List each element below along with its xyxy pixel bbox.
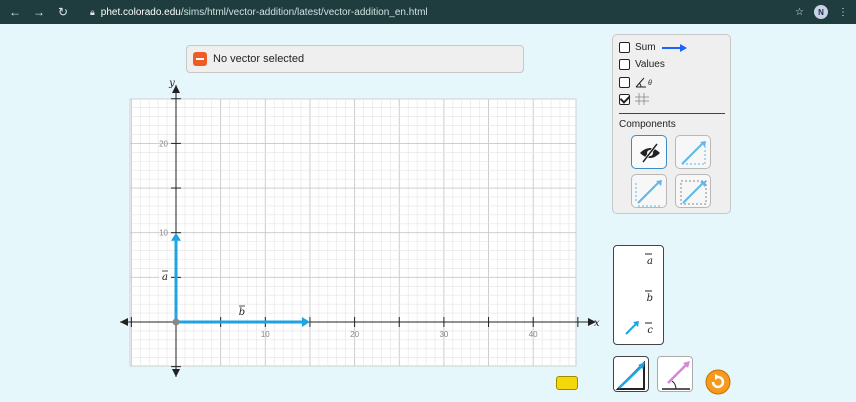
options-panel: Sum Values θ Components bbox=[612, 34, 731, 214]
star-icon[interactable]: ☆ bbox=[795, 7, 804, 18]
parallelogram-button[interactable] bbox=[657, 356, 693, 392]
angle-checkbox[interactable]: θ bbox=[619, 76, 655, 88]
x-axis-arrow-left bbox=[120, 318, 128, 326]
vector-b-label: b bbox=[239, 307, 245, 318]
collapse-minus-icon[interactable] bbox=[193, 52, 207, 66]
y-axis-arrow-down bbox=[172, 369, 180, 377]
y-tick-label: 20 bbox=[159, 139, 168, 148]
sum-checkbox[interactable]: Sum bbox=[619, 42, 687, 53]
components-triangle-icon bbox=[681, 141, 706, 165]
panel-divider bbox=[619, 113, 725, 114]
values-checkbox-box[interactable] bbox=[619, 59, 630, 70]
x-tick-label: 40 bbox=[529, 330, 538, 339]
lock-icon: 🔒︎ bbox=[90, 6, 95, 17]
address-bar[interactable]: phet.colorado.edu/sims/html/vector-addit… bbox=[101, 7, 428, 18]
legend-a-arrow bbox=[645, 253, 652, 255]
sum-arrow-icon bbox=[661, 43, 687, 52]
x-axis-label: x bbox=[594, 318, 600, 329]
vector-c-creator-icon[interactable] bbox=[624, 320, 640, 336]
url-host: phet.colorado.edu bbox=[100, 6, 181, 18]
tip-to-tail-icon bbox=[615, 360, 645, 390]
legend-a: a bbox=[647, 256, 653, 267]
eye-slash-icon bbox=[640, 143, 660, 163]
legend-b-arrow bbox=[645, 290, 652, 292]
eraser-button[interactable] bbox=[556, 376, 578, 390]
components-hidden-button[interactable] bbox=[631, 135, 667, 169]
avatar[interactable]: N bbox=[814, 5, 828, 19]
x-tick-label: 30 bbox=[439, 330, 448, 339]
grid-icon bbox=[635, 93, 649, 105]
x-tick-label: 20 bbox=[350, 330, 359, 339]
legend-b: b bbox=[646, 293, 653, 304]
components-axis-icon bbox=[635, 180, 662, 207]
kebab-menu-icon[interactable]: ⋮ bbox=[838, 7, 848, 18]
url-path: /sims/html/vector-addition/latest/vector… bbox=[180, 6, 428, 18]
values-checkbox[interactable]: Values bbox=[619, 59, 665, 70]
browser-nav: ← → ↻ bbox=[8, 5, 70, 19]
reload-icon[interactable]: ↻ bbox=[56, 5, 70, 19]
components-style-projection-button[interactable] bbox=[675, 174, 711, 208]
reset-button[interactable] bbox=[705, 369, 731, 395]
vector-selection-box[interactable]: No vector selected bbox=[186, 45, 524, 73]
tip-to-tail-button[interactable] bbox=[613, 356, 649, 392]
x-tick-label: 10 bbox=[261, 330, 270, 339]
grid-checkbox[interactable] bbox=[619, 93, 649, 105]
angle-checkbox-box[interactable] bbox=[619, 76, 630, 88]
forward-arrow-icon[interactable]: → bbox=[32, 5, 46, 19]
sum-label: Sum bbox=[635, 42, 656, 53]
components-title: Components bbox=[619, 119, 676, 130]
angle-icon: θ bbox=[635, 77, 652, 88]
grid-checkbox-box[interactable] bbox=[619, 93, 630, 105]
svg-text:θ: θ bbox=[648, 80, 652, 87]
sum-checkbox-box[interactable] bbox=[619, 42, 630, 53]
browser-toolbar: ← → ↻ 🔒︎ phet.colorado.edu/sims/html/vec… bbox=[0, 0, 856, 24]
legend-c: c bbox=[647, 325, 653, 336]
y-axis-label: y bbox=[168, 78, 175, 89]
back-arrow-icon[interactable]: ← bbox=[8, 5, 22, 19]
grid bbox=[129, 98, 577, 367]
components-style-parallelogram-button[interactable] bbox=[631, 174, 667, 208]
legend-c-arrow bbox=[645, 322, 652, 324]
components-projection-icon bbox=[680, 180, 707, 205]
parallelogram-icon bbox=[662, 361, 690, 390]
values-label: Values bbox=[635, 59, 665, 70]
vector-selection-label: No vector selected bbox=[213, 53, 305, 65]
components-style-triangle-button[interactable] bbox=[675, 135, 711, 169]
origin-point[interactable] bbox=[172, 318, 180, 326]
y-tick-label: 10 bbox=[159, 229, 168, 238]
coordinate-graph[interactable]: 10 20 30 40 10 20 x y a b bbox=[110, 75, 610, 385]
vector-a-label: a bbox=[162, 272, 168, 283]
vector-legend: a b c bbox=[613, 245, 664, 345]
